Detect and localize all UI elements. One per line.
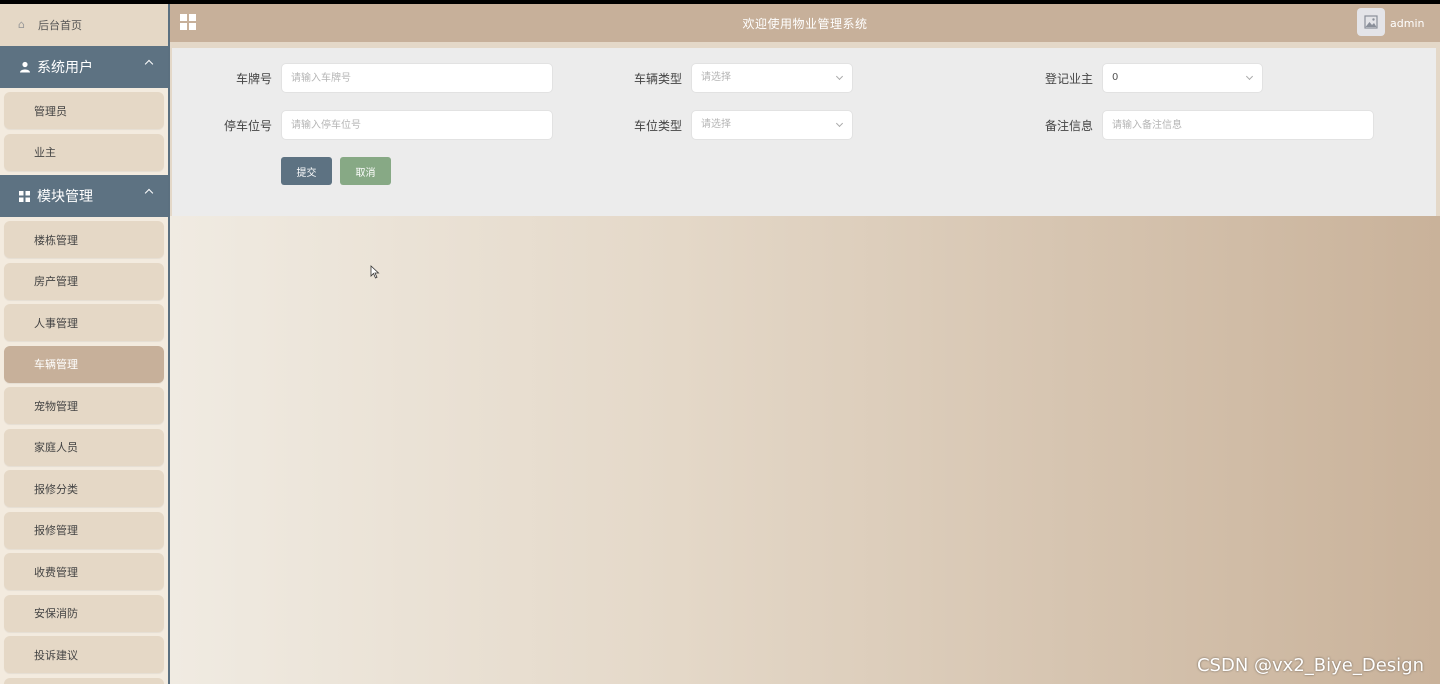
plate-label: 车牌号 (235, 72, 272, 86)
sidebar-item-label: 楼栋管理 (34, 233, 78, 247)
chevron-up-icon (144, 59, 154, 69)
sidebar-item-label: 房产管理 (34, 275, 78, 288)
parking-input[interactable] (281, 110, 553, 140)
remark-label: 备注信息 (1044, 119, 1093, 133)
vehicle-form: 车牌号 车辆类型 请选择 登记业主 0 停车位号 车位类型 请选择 备注信息 提… (172, 48, 1436, 216)
sidebar-item-pet[interactable]: 宠物管理 (4, 387, 164, 424)
sidebar-item-admin[interactable]: 管理员 (4, 92, 164, 129)
sidebar-item-building[interactable]: 楼栋管理 (4, 221, 164, 258)
sidebar-item-repair[interactable]: 报修管理 (4, 511, 164, 549)
sidebar-item-label: 收费管理 (34, 565, 78, 579)
cancel-button[interactable]: 取消 (340, 157, 391, 185)
spot-type-placeholder: 请选择 (701, 119, 731, 130)
sidebar-item-security[interactable]: 安保消防 (4, 594, 164, 632)
sidebar-item-label: 报修分类 (34, 482, 78, 496)
sidebar-item-label: 宠物管理 (34, 399, 78, 413)
page-title: 欢迎使用物业管理系统 (742, 17, 868, 31)
sidebar-item-fees[interactable]: 收费管理 (4, 553, 164, 590)
sidebar-item-more[interactable] (4, 677, 164, 684)
main-content-area (170, 216, 1440, 684)
username[interactable]: admin (1390, 17, 1424, 30)
chevron-down-icon (835, 72, 844, 81)
parking-label: 停车位号 (223, 119, 272, 133)
owner-select[interactable]: 0 (1102, 63, 1263, 93)
owner-label: 登记业主 (1044, 72, 1093, 86)
user-icon (18, 61, 31, 74)
sidebar-group-system-users[interactable]: 系统用户 (0, 46, 168, 88)
spot-type-label: 车位类型 (633, 119, 682, 133)
chevron-up-icon (144, 188, 154, 198)
sidebar-item-label: 车辆管理 (34, 358, 78, 371)
watermark: CSDN @vx2_Biye_Design (1196, 655, 1424, 676)
sidebar-item-personnel[interactable]: 人事管理 (4, 304, 164, 341)
sidebar-item-complaints[interactable]: 投诉建议 (4, 636, 164, 673)
owner-value: 0 (1112, 72, 1119, 83)
sidebar-item-repair-category[interactable]: 报修分类 (4, 470, 164, 507)
sidebar-list-modules: 楼栋管理 房产管理 人事管理 车辆管理 宠物管理 家庭人员 报修分类 报修管理 … (0, 217, 168, 684)
sidebar-item-label: 管理员 (34, 104, 67, 118)
sidebar-group-label: 模块管理 (37, 189, 93, 205)
sidebar-item-property[interactable]: 房产管理 (4, 262, 164, 300)
sidebar-item-label: 安保消防 (34, 607, 78, 620)
sidebar-item-label: 人事管理 (34, 316, 78, 330)
spot-type-select[interactable]: 请选择 (691, 110, 853, 140)
plate-input[interactable] (281, 63, 553, 93)
vehicle-type-placeholder: 请选择 (701, 72, 731, 83)
home-icon: ⌂ (18, 18, 25, 31)
image-icon (1364, 15, 1378, 29)
chevron-down-icon (1245, 72, 1254, 81)
sidebar-group-modules[interactable]: 模块管理 (0, 175, 168, 217)
chevron-down-icon (835, 119, 844, 128)
sidebar-item-label: 报修管理 (34, 524, 78, 537)
remark-input[interactable] (1102, 110, 1374, 140)
vehicle-type-select[interactable]: 请选择 (691, 63, 853, 93)
avatar[interactable] (1357, 8, 1385, 36)
sidebar-item-owner[interactable]: 业主 (4, 133, 164, 171)
sidebar-item-label: 投诉建议 (34, 648, 78, 662)
sidebar-item-label: 后台首页 (38, 19, 82, 32)
sidebar-item-family[interactable]: 家庭人员 (4, 428, 164, 466)
sidebar-item-label: 业主 (34, 146, 56, 159)
top-header: 欢迎使用物业管理系统 admin (170, 4, 1440, 42)
mouse-cursor-icon (370, 265, 380, 279)
sidebar-group-label: 系统用户 (37, 60, 93, 76)
sidebar-item-home[interactable]: ⌂ 后台首页 (0, 4, 168, 46)
sidebar: ⌂ 后台首页 系统用户 管理员 业主 模块管理 楼栋管理 房产管理 人事管理 车… (0, 4, 170, 684)
vehicle-type-label: 车辆类型 (633, 72, 682, 86)
sidebar-item-vehicle[interactable]: 车辆管理 (4, 345, 164, 383)
sidebar-list-system-users: 管理员 业主 (0, 88, 168, 171)
submit-button[interactable]: 提交 (281, 157, 332, 185)
grid-icon (18, 190, 31, 203)
sidebar-item-label: 家庭人员 (34, 441, 78, 454)
